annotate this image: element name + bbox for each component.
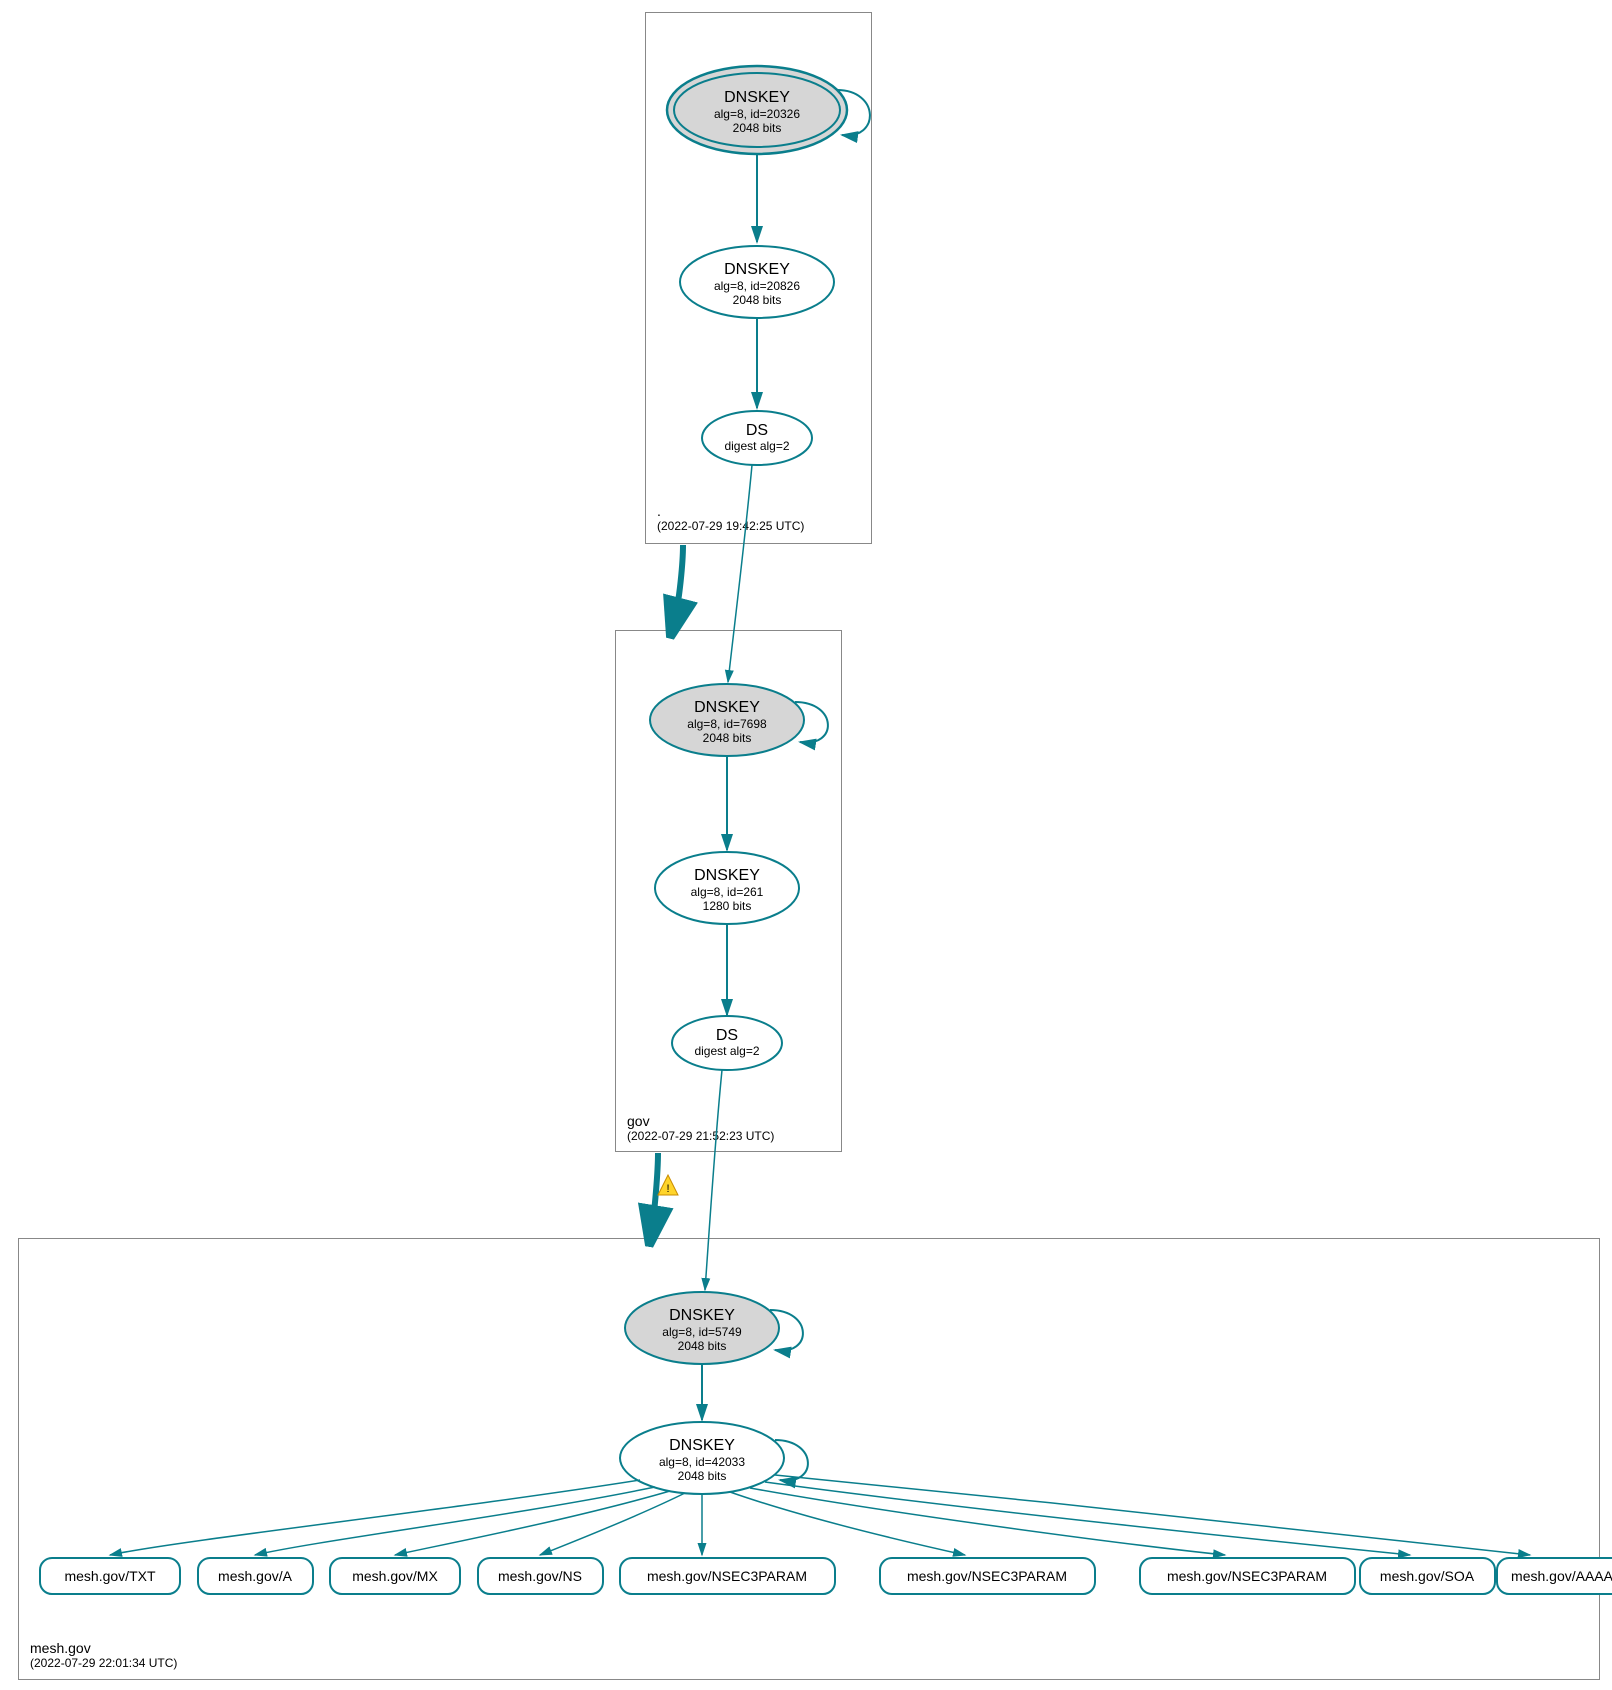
svg-text:DS: DS [746, 422, 768, 439]
rrset-a[interactable]: mesh.gov/A [198, 1558, 313, 1594]
svg-text:mesh.gov/MX: mesh.gov/MX [352, 1568, 438, 1584]
dnskey-root-zsk[interactable]: DNSKEY alg=8, id=20826 2048 bits [680, 246, 834, 318]
edge-zsk-to-txt [110, 1480, 640, 1555]
svg-text:DNSKEY: DNSKEY [724, 89, 790, 106]
edge-zone-root-to-gov [673, 545, 683, 627]
svg-text:DS: DS [716, 1027, 738, 1044]
svg-text:2048 bits: 2048 bits [733, 293, 782, 307]
svg-text:mesh.gov/SOA: mesh.gov/SOA [1380, 1568, 1475, 1584]
svg-text:alg=8, id=20826: alg=8, id=20826 [714, 279, 800, 293]
warning-icon[interactable]: ! [658, 1175, 678, 1195]
svg-text:DNSKEY: DNSKEY [694, 867, 760, 884]
svg-text:mesh.gov/NSEC3PARAM: mesh.gov/NSEC3PARAM [1167, 1568, 1327, 1584]
edge-zsk-to-a [255, 1487, 655, 1555]
svg-text:!: ! [666, 1183, 669, 1195]
edge-zone-gov-to-mesh [651, 1153, 658, 1235]
rrset-ns[interactable]: mesh.gov/NS [478, 1558, 603, 1594]
svg-text:DNSKEY: DNSKEY [669, 1307, 735, 1324]
svg-text:2048 bits: 2048 bits [703, 731, 752, 745]
rrset-mx[interactable]: mesh.gov/MX [330, 1558, 460, 1594]
svg-text:alg=8, id=7698: alg=8, id=7698 [687, 717, 767, 731]
svg-text:mesh.gov/NS: mesh.gov/NS [498, 1568, 582, 1584]
edge-zsk-to-nsec3b [730, 1492, 965, 1555]
edge-zsk-to-aaaa [775, 1475, 1530, 1555]
edge-zsk-to-ns [540, 1493, 685, 1555]
svg-text:mesh.gov/TXT: mesh.gov/TXT [64, 1568, 155, 1584]
ds-mesh[interactable]: DS digest alg=2 [672, 1016, 782, 1070]
diagram-svg: DNSKEY alg=8, id=20326 2048 bits DNSKEY … [0, 0, 1612, 1690]
edge-zsk-to-soa [765, 1482, 1410, 1555]
edge-ds-to-gov-ksk [728, 465, 752, 682]
rrset-aaaa[interactable]: mesh.gov/AAAA [1497, 1558, 1612, 1594]
edge-zsk-to-nsec3c [750, 1488, 1225, 1555]
svg-text:1280 bits: 1280 bits [703, 899, 752, 913]
svg-text:alg=8, id=261: alg=8, id=261 [691, 885, 764, 899]
dnskey-root-ksk[interactable]: DNSKEY alg=8, id=20326 2048 bits [667, 66, 847, 154]
svg-text:DNSKEY: DNSKEY [724, 261, 790, 278]
svg-text:alg=8, id=42033: alg=8, id=42033 [659, 1455, 745, 1469]
ds-gov[interactable]: DS digest alg=2 [702, 411, 812, 465]
svg-text:digest alg=2: digest alg=2 [694, 1044, 759, 1058]
edge-ds-to-mesh-ksk [705, 1070, 722, 1290]
svg-text:mesh.gov/NSEC3PARAM: mesh.gov/NSEC3PARAM [647, 1568, 807, 1584]
rrset-txt[interactable]: mesh.gov/TXT [40, 1558, 180, 1594]
dnskey-mesh-zsk[interactable]: DNSKEY alg=8, id=42033 2048 bits [620, 1422, 784, 1494]
svg-text:mesh.gov/AAAA: mesh.gov/AAAA [1511, 1568, 1612, 1584]
rrset-nsec3-b[interactable]: mesh.gov/NSEC3PARAM [880, 1558, 1095, 1594]
svg-text:2048 bits: 2048 bits [733, 121, 782, 135]
dnskey-mesh-ksk[interactable]: DNSKEY alg=8, id=5749 2048 bits [625, 1292, 779, 1364]
svg-text:mesh.gov/NSEC3PARAM: mesh.gov/NSEC3PARAM [907, 1568, 1067, 1584]
rrset-nsec3-a[interactable]: mesh.gov/NSEC3PARAM [620, 1558, 835, 1594]
rrset-nsec3-c[interactable]: mesh.gov/NSEC3PARAM [1140, 1558, 1355, 1594]
svg-text:alg=8, id=5749: alg=8, id=5749 [662, 1325, 742, 1339]
svg-text:alg=8, id=20326: alg=8, id=20326 [714, 107, 800, 121]
svg-text:2048 bits: 2048 bits [678, 1339, 727, 1353]
rrset-soa[interactable]: mesh.gov/SOA [1360, 1558, 1495, 1594]
edge-zsk-to-mx [395, 1491, 670, 1555]
svg-text:mesh.gov/A: mesh.gov/A [218, 1568, 293, 1584]
dnskey-gov-ksk[interactable]: DNSKEY alg=8, id=7698 2048 bits [650, 684, 804, 756]
svg-text:digest alg=2: digest alg=2 [724, 439, 789, 453]
dnskey-gov-zsk[interactable]: DNSKEY alg=8, id=261 1280 bits [655, 852, 799, 924]
svg-text:DNSKEY: DNSKEY [694, 699, 760, 716]
svg-text:DNSKEY: DNSKEY [669, 1437, 735, 1454]
svg-text:2048 bits: 2048 bits [678, 1469, 727, 1483]
